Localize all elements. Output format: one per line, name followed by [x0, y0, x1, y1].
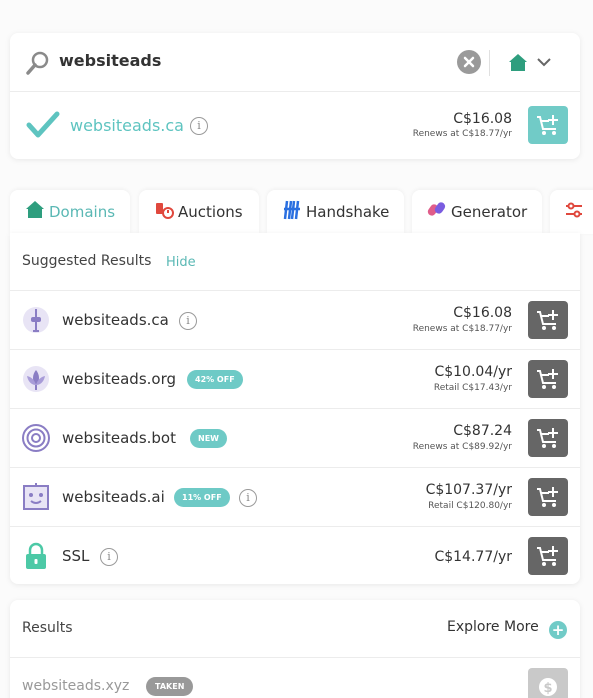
results-title: Results [22, 620, 73, 636]
domain-name: websiteads.xyz [22, 678, 130, 694]
tab-label: Generator [451, 203, 528, 221]
exact-match-renewal: Renews at C$18.77/yr [412, 129, 512, 139]
domain-name: websiteads.ai [62, 488, 165, 506]
tab-label: Handshake [306, 203, 390, 221]
search-card: websiteads websiteads.ca i C$16.08 Renew… [10, 33, 580, 159]
suggested-results-card: Suggested Results Hide websiteads.ca i C… [10, 233, 580, 584]
close-icon [463, 56, 475, 68]
search-bar: websiteads [10, 33, 580, 92]
info-icon[interactable]: i [190, 117, 208, 135]
domain-price: C$87.24 [453, 423, 512, 439]
tab-auctions[interactable]: Auctions [139, 190, 259, 234]
domain-price: C$16.08 [453, 305, 512, 321]
exact-match-price: C$16.08 [453, 111, 512, 127]
tab-label: Domains [49, 203, 116, 221]
cart-add-icon [537, 310, 558, 330]
gavel-icon [156, 203, 174, 219]
sliders-icon [566, 202, 582, 218]
generator-icon [427, 202, 446, 216]
hide-link[interactable]: Hide [166, 255, 196, 270]
tab-generator[interactable]: Generator [412, 190, 542, 234]
suggested-title: Suggested Results [22, 253, 152, 269]
add-to-cart-button[interactable] [528, 537, 568, 575]
ca-tower-icon [22, 306, 50, 334]
add-to-cart-button[interactable] [528, 360, 568, 398]
domain-price: C$107.37/yr [425, 482, 512, 498]
cart-add-icon [537, 546, 558, 566]
clear-search-button[interactable] [457, 50, 481, 74]
handshake-icon [283, 200, 300, 220]
plus-icon[interactable]: + [549, 621, 567, 639]
list-item[interactable]: websiteads.ai 11% OFF i C$107.37/yr Reta… [10, 468, 580, 527]
info-icon[interactable]: i [239, 489, 257, 507]
tab-domains[interactable]: Domains [10, 190, 130, 234]
lock-icon [22, 542, 50, 570]
svg-text:$: $ [543, 681, 552, 696]
domain-name: websiteads.org [62, 370, 177, 388]
chevron-down-icon[interactable] [536, 54, 552, 74]
list-item[interactable]: websiteads.org 42% OFF C$10.04/yr Retail… [10, 350, 580, 409]
domain-name: SSL [62, 547, 90, 565]
ssl-price: C$14.77/yr [434, 549, 512, 565]
cart-add-icon [537, 115, 558, 135]
target-icon [22, 424, 50, 452]
taken-badge: TAKEN [146, 677, 194, 696]
results-card: Results Explore More + websiteads.xyz TA… [10, 600, 580, 698]
checkmark-icon [26, 109, 60, 145]
add-to-cart-button[interactable] [528, 301, 568, 339]
cart-add-icon [537, 369, 558, 389]
add-to-cart-button[interactable] [528, 419, 568, 457]
tab-handshake[interactable]: Handshake [267, 190, 404, 234]
domain-renewal: Renews at C$18.77/yr [412, 324, 512, 334]
tab-more[interactable] [550, 190, 593, 234]
list-item[interactable]: SSL i C$14.77/yr [10, 527, 580, 586]
home-icon [26, 201, 44, 218]
robot-icon [22, 483, 50, 511]
info-icon[interactable]: i [100, 548, 118, 566]
add-to-cart-button[interactable] [528, 106, 568, 144]
discount-badge: 11% OFF [174, 488, 230, 507]
suggested-header: Suggested Results Hide [10, 233, 580, 291]
discount-badge: 42% OFF [187, 370, 243, 389]
dollar-tag-icon: $ [539, 678, 557, 696]
divider [489, 50, 490, 76]
home-icon[interactable] [508, 53, 528, 77]
list-item[interactable]: websiteads.ca i C$16.08 Renews at C$18.7… [10, 291, 580, 350]
lotus-icon [22, 365, 50, 393]
cart-add-icon [537, 428, 558, 448]
domain-name: websiteads.ca [62, 311, 169, 329]
cart-add-icon [537, 487, 558, 507]
info-icon[interactable]: i [179, 312, 197, 330]
explore-more-link[interactable]: Explore More [447, 619, 539, 635]
search-icon [26, 51, 50, 79]
exact-match-domain[interactable]: websiteads.ca [70, 116, 184, 135]
search-input[interactable]: websiteads [59, 51, 161, 70]
domain-name: websiteads.bot [62, 429, 176, 447]
add-to-cart-button[interactable] [528, 478, 568, 516]
list-item[interactable]: websiteads.bot NEW C$87.24 Renews at C$8… [10, 409, 580, 468]
make-offer-button[interactable]: $ [528, 668, 568, 698]
domain-retail: Retail C$17.43/yr [433, 383, 512, 393]
tab-label: Auctions [178, 203, 243, 221]
domain-price: C$10.04/yr [434, 364, 512, 380]
new-badge: NEW [190, 429, 227, 448]
divider [10, 657, 580, 658]
domain-retail: Retail C$120.80/yr [428, 501, 512, 511]
exact-match-row: websiteads.ca i C$16.08 Renews at C$18.7… [10, 93, 580, 159]
domain-renewal: Renews at C$89.92/yr [412, 442, 512, 452]
